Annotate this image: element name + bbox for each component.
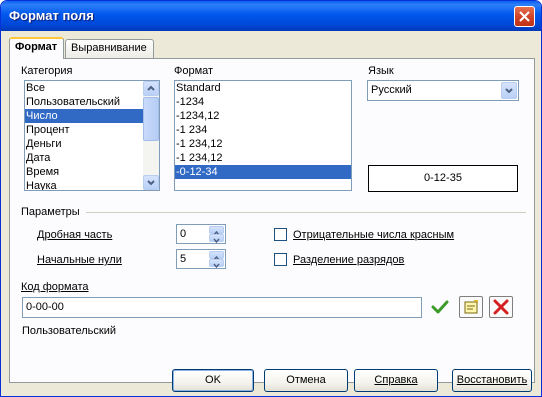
thousands-separator-label[interactable]: Разделение разрядов	[293, 254, 404, 266]
decimal-places-label: Дробная часть	[37, 229, 113, 241]
category-item-currency[interactable]: Деньги	[25, 137, 159, 151]
format-item-selected[interactable]: -0-12-34	[175, 165, 351, 179]
format-listbox[interactable]: Standard -1234 -1234,12 -1 234 -1 234,12…	[174, 80, 352, 191]
spinner-buttons	[209, 251, 224, 269]
category-item-date[interactable]: Дата	[25, 151, 159, 165]
format-item[interactable]: -1234,12	[175, 109, 351, 123]
cancel-button-label: Отмена	[286, 374, 326, 386]
title-bar[interactable]: Формат поля	[1, 1, 541, 31]
negative-red-checkbox[interactable]	[274, 228, 287, 241]
cancel-button[interactable]: Отмена	[264, 369, 348, 392]
scroll-up-button[interactable]	[143, 81, 159, 96]
preview-value: 0-12-35	[424, 172, 462, 184]
reset-button-label: Восстановить	[456, 374, 528, 386]
window-title: Формат поля	[9, 8, 94, 23]
category-listbox[interactable]: Все Пользовательский Число Процент Деньг…	[24, 80, 160, 191]
increment-button[interactable]	[209, 226, 224, 236]
category-scrollbar[interactable]	[143, 81, 159, 190]
language-dropdown-button[interactable]	[501, 82, 517, 99]
format-field-dialog: Формат поля Формат Выравнивание Категори…	[0, 0, 542, 397]
leading-zeros-label: Начальные нули	[37, 254, 122, 266]
options-divider	[86, 212, 526, 213]
options-heading: Параметры	[21, 206, 80, 218]
format-item[interactable]: -1 234,12	[175, 151, 351, 165]
help-button[interactable]: Справка	[354, 369, 438, 392]
language-select[interactable]: Русский	[367, 80, 519, 101]
format-preview: 0-12-35	[368, 165, 518, 192]
chevron-down-icon	[147, 180, 155, 186]
edit-comment-icon	[464, 300, 478, 314]
negative-red-label[interactable]: Отрицательные числа красным	[293, 229, 454, 241]
scroll-thumb[interactable]	[143, 97, 159, 141]
scroll-down-button[interactable]	[143, 175, 159, 190]
decrement-button[interactable]	[209, 234, 224, 244]
category-label: Категория	[21, 65, 73, 77]
format-label: Формат	[174, 65, 214, 77]
category-item-user[interactable]: Пользовательский	[25, 95, 159, 109]
format-code-input[interactable]: 0-00-00	[22, 297, 422, 318]
leading-zeros-value: 5	[180, 253, 187, 265]
category-item-number[interactable]: Число	[25, 109, 159, 123]
decrement-button[interactable]	[209, 259, 224, 269]
close-icon	[519, 11, 530, 22]
format-item[interactable]: -1234	[175, 95, 351, 109]
decimal-places-value: 0	[180, 228, 187, 240]
tab-alignment-label: Выравнивание	[71, 42, 147, 54]
language-label: Язык	[368, 65, 394, 77]
category-items: Все Пользовательский Число Процент Деньг…	[25, 81, 159, 190]
format-item[interactable]: Standard	[175, 81, 351, 95]
format-item[interactable]: -1 234	[175, 123, 351, 137]
chevron-down-icon	[505, 88, 513, 94]
leading-zeros-spinner[interactable]: 5	[176, 249, 226, 269]
ok-button[interactable]: OK	[172, 369, 254, 392]
category-item-time[interactable]: Время	[25, 165, 159, 179]
decimal-places-spinner[interactable]: 0	[176, 224, 226, 244]
tab-alignment[interactable]: Выравнивание	[65, 39, 154, 58]
language-value: Русский	[371, 84, 412, 96]
chevron-down-icon	[213, 238, 220, 244]
increment-button[interactable]	[209, 251, 224, 261]
check-icon	[431, 300, 449, 314]
spinner-buttons	[209, 226, 224, 244]
dialog-client-area: Формат Выравнивание Категория Все Пользо…	[4, 31, 538, 395]
delete-icon	[493, 299, 509, 315]
category-item-scientific[interactable]: Наука	[25, 179, 159, 190]
delete-button[interactable]	[489, 296, 513, 318]
accept-button[interactable]	[428, 296, 452, 318]
close-button[interactable]	[514, 6, 535, 27]
tab-format[interactable]: Формат	[9, 37, 64, 59]
edit-comment-button[interactable]	[459, 296, 483, 318]
chevron-up-icon	[147, 85, 155, 91]
format-code-value: 0-00-00	[26, 301, 64, 313]
chevron-down-icon	[213, 263, 220, 269]
help-button-label: Справка	[374, 374, 418, 386]
format-item[interactable]: -1 234,12	[175, 137, 351, 151]
category-item-all[interactable]: Все	[25, 81, 159, 95]
ok-button-label: OK	[205, 374, 221, 386]
format-tab-panel: Категория Все Пользовательский Число Про…	[9, 58, 535, 383]
format-code-label: Код формата	[21, 281, 89, 293]
thousands-separator-checkbox[interactable]	[274, 253, 287, 266]
format-code-description: Пользовательский	[22, 325, 116, 337]
reset-button[interactable]: Восстановить	[452, 369, 532, 392]
tab-format-label: Формат	[15, 41, 58, 53]
category-item-percent[interactable]: Процент	[25, 123, 159, 137]
